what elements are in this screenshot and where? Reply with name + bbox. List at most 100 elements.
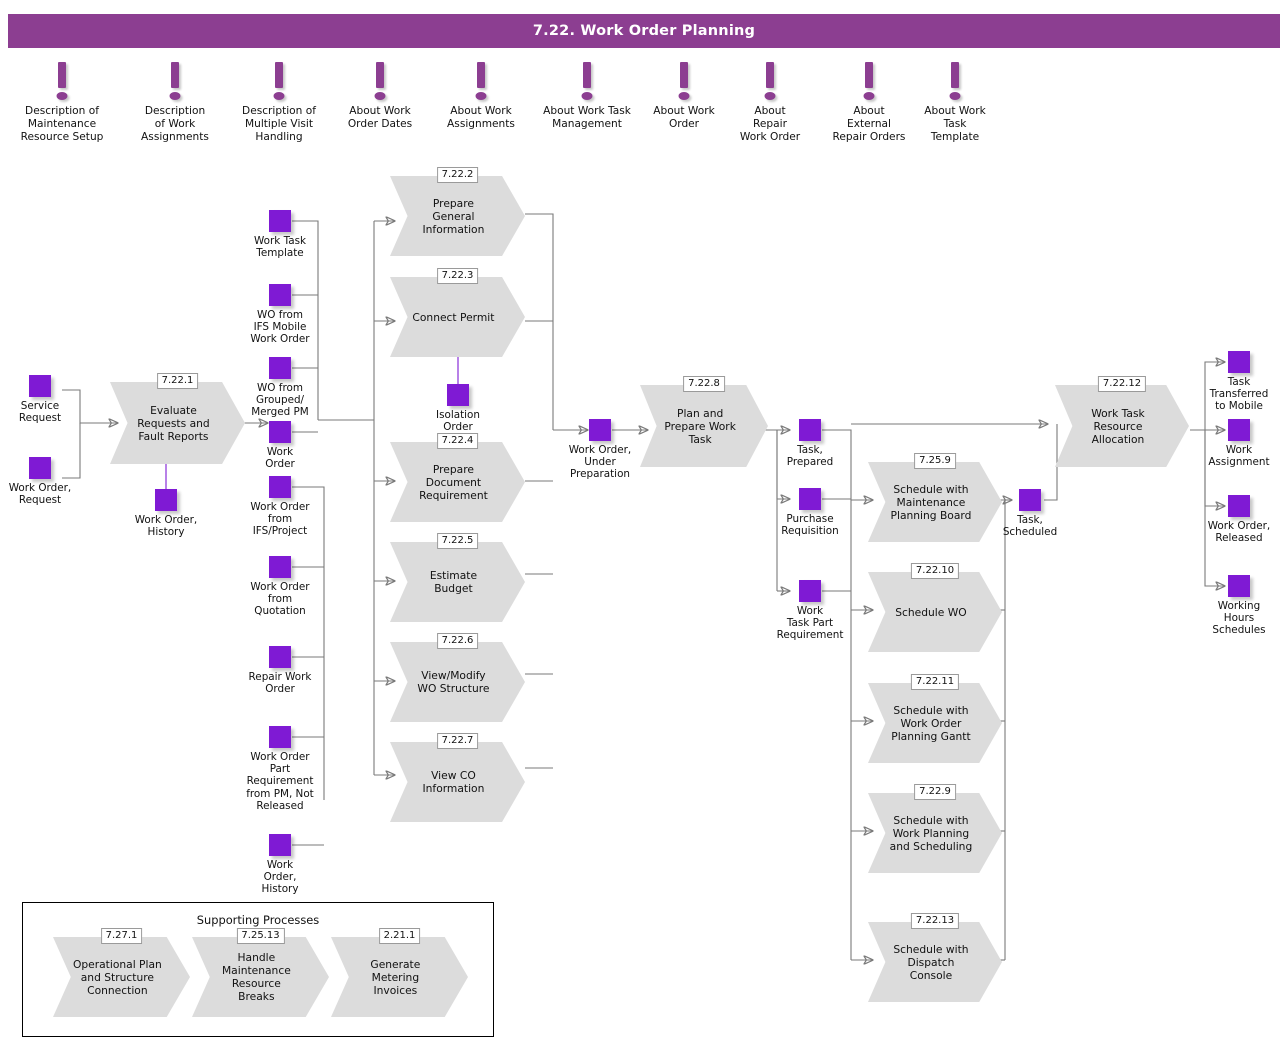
process-generate-metering-invoices[interactable]: 2.21.1 Generate Metering Invoices <box>331 928 468 1017</box>
exclamation-icon <box>115 62 235 102</box>
object-task-transferred-to-mobile[interactable]: Task Transferred to Mobile <box>1184 351 1288 413</box>
process-view-modify-wo-structure[interactable]: 7.22.6 View/Modify WO Structure <box>390 633 525 722</box>
object-label: Working Hours Schedules <box>1212 600 1266 637</box>
data-object-icon <box>799 580 821 602</box>
data-object-icon <box>269 834 291 856</box>
process-connect-permit[interactable]: 7.22.3 Connect Permit <box>390 268 525 357</box>
process-schedule-with-dispatch-console[interactable]: 7.22.13 Schedule with Dispatch Console <box>868 913 1002 1002</box>
data-object-icon <box>269 556 291 578</box>
process-label: Evaluate Requests and Fault Reports <box>137 403 210 443</box>
process-prepare-general-information[interactable]: 7.22.2 Prepare General Information <box>390 167 525 256</box>
process-schedule-with-work-planning-and-scheduling[interactable]: 7.22.9 Schedule with Work Planning and S… <box>868 784 1002 873</box>
object-wo-from-ifs-mobile[interactable]: WO from IFS Mobile Work Order <box>235 284 325 346</box>
process-operational-plan-and-structure-connection[interactable]: 7.27.1 Operational Plan and Structure Co… <box>53 928 190 1017</box>
process-id: 7.22.3 <box>436 268 479 284</box>
process-plan-and-prepare-work-task[interactable]: 7.22.8 Plan and Prepare Work Task <box>640 376 768 467</box>
process-id: 7.27.1 <box>100 928 143 944</box>
exclamation-icon <box>421 62 541 102</box>
object-work-task-template[interactable]: Work Task Template <box>235 210 325 259</box>
process-label: View/Modify WO Structure <box>417 669 490 695</box>
object-label: Work Task Template <box>253 235 307 260</box>
object-work-order-request[interactable]: Work Order, Request <box>5 457 75 506</box>
object-label: Purchase Requisition <box>781 513 839 538</box>
process-label: Generate Metering Invoices <box>370 957 421 997</box>
object-label: Isolation Order <box>436 409 480 434</box>
process-label: Estimate Budget <box>429 569 478 595</box>
object-label: Work Order, Under Preparation <box>568 444 632 481</box>
info-icon-label: About Work Task Template <box>924 105 986 143</box>
object-work-order[interactable]: Work Order <box>235 421 325 470</box>
process-label: Schedule with Work Planning and Scheduli… <box>889 813 973 853</box>
data-object-icon <box>1228 419 1250 441</box>
info-icon-label: Description of Work Assignments <box>141 105 209 143</box>
object-work-order-under-preparation[interactable]: Work Order, Under Preparation <box>555 419 645 481</box>
process-id: 2.21.1 <box>378 928 421 944</box>
object-task-prepared[interactable]: Task, Prepared <box>765 419 855 468</box>
object-label: Task Transferred to Mobile <box>1209 376 1269 413</box>
object-label: Service Request <box>18 400 62 425</box>
data-object-icon <box>799 419 821 441</box>
process-schedule-with-work-order-planning-gantt[interactable]: 7.22.11 Schedule with Work Order Plannin… <box>868 674 1002 763</box>
info-icon-label: About Work Assignments <box>447 105 515 130</box>
data-object-icon <box>269 210 291 232</box>
object-task-scheduled[interactable]: Task, Scheduled <box>985 489 1075 538</box>
process-label: Work Task Resource Allocation <box>1091 406 1145 446</box>
object-label: Task, Prepared <box>786 444 834 469</box>
process-label: View CO Information <box>422 769 485 795</box>
object-wo-from-quotation[interactable]: Work Order from Quotation <box>235 556 325 618</box>
info-icon-work-assignments[interactable]: Description of Work Assignments <box>115 62 235 144</box>
object-work-assignment[interactable]: Work Assignment <box>1184 419 1288 468</box>
data-object-icon <box>269 421 291 443</box>
process-view-co-information[interactable]: 7.22.7 View CO Information <box>390 733 525 822</box>
data-object-icon <box>269 284 291 306</box>
process-label: Operational Plan and Structure Connectio… <box>72 957 162 997</box>
exclamation-icon <box>895 62 1015 102</box>
data-object-icon <box>589 419 611 441</box>
object-work-order-history-input[interactable]: Work Order, History <box>131 489 201 538</box>
object-repair-work-order[interactable]: Repair Work Order <box>235 646 325 695</box>
process-schedule-wo[interactable]: 7.22.10 Schedule WO <box>868 563 1002 652</box>
process-id: 7.22.2 <box>436 167 479 183</box>
process-id: 7.22.6 <box>436 633 479 649</box>
object-label: WO from Grouped/ Merged PM <box>251 382 309 419</box>
process-id: 7.22.12 <box>1097 376 1147 392</box>
object-label: Work Order, History <box>134 514 198 539</box>
process-prepare-document-requirement[interactable]: 7.22.4 Prepare Document Requirement <box>390 433 525 522</box>
process-label: Schedule with Maintenance Planning Board <box>890 482 972 522</box>
data-object-icon <box>799 488 821 510</box>
process-id: 7.22.10 <box>910 563 960 579</box>
process-handle-maintenance-resource-breaks[interactable]: 7.25.13 Handle Maintenance Resource Brea… <box>192 928 329 1017</box>
process-evaluate-requests-and-fault-reports[interactable]: 7.22.1 Evaluate Requests and Fault Repor… <box>110 373 245 464</box>
object-work-order-history-bottom[interactable]: Work Order, History <box>235 834 325 896</box>
process-id: 7.22.7 <box>436 733 479 749</box>
object-working-hours-schedules[interactable]: Working Hours Schedules <box>1184 575 1288 637</box>
object-label: Work Assignment <box>1208 444 1270 469</box>
object-label: Work Order Part Requirement from PM, Not… <box>246 751 314 812</box>
data-object-icon <box>29 457 51 479</box>
object-wo-from-grouped-merged-pm[interactable]: WO from Grouped/ Merged PM <box>235 357 325 419</box>
object-label: Work Order from IFS/Project <box>250 501 310 538</box>
process-schedule-with-maintenance-planning-board[interactable]: 7.25.9 Schedule with Maintenance Plannin… <box>868 453 1002 542</box>
process-work-task-resource-allocation[interactable]: 7.22.12 Work Task Resource Allocation <box>1055 376 1189 467</box>
info-icon-work-assignments-2[interactable]: About Work Assignments <box>421 62 541 131</box>
process-label: Handle Maintenance Resource Breaks <box>221 951 291 1003</box>
object-isolation-order[interactable]: Isolation Order <box>423 384 493 433</box>
object-work-order-released[interactable]: Work Order, Released <box>1184 495 1288 544</box>
object-label: Work Order, Request <box>8 482 72 507</box>
process-id: 7.22.5 <box>436 533 479 549</box>
data-object-icon <box>29 375 51 397</box>
info-icon-work-task-template[interactable]: About Work Task Template <box>895 62 1015 144</box>
object-wo-from-ifs-project[interactable]: Work Order from IFS/Project <box>235 476 325 538</box>
object-purchase-requisition[interactable]: Purchase Requisition <box>765 488 855 537</box>
object-wo-part-requirement-from-pm[interactable]: Work Order Part Requirement from PM, Not… <box>235 726 325 812</box>
object-label: Repair Work Order <box>248 671 312 696</box>
data-object-icon <box>269 357 291 379</box>
info-icon-maintenance-resource-setup[interactable]: Description of Maintenance Resource Setu… <box>2 62 122 144</box>
process-id: 7.22.11 <box>910 674 960 690</box>
data-object-icon <box>1228 575 1250 597</box>
object-service-request[interactable]: Service Request <box>5 375 75 424</box>
object-work-task-part-requirement[interactable]: Work Task Part Requirement <box>765 580 855 642</box>
process-label: Schedule with Dispatch Console <box>893 942 969 982</box>
process-estimate-budget[interactable]: 7.22.5 Estimate Budget <box>390 533 525 622</box>
data-object-icon <box>269 726 291 748</box>
